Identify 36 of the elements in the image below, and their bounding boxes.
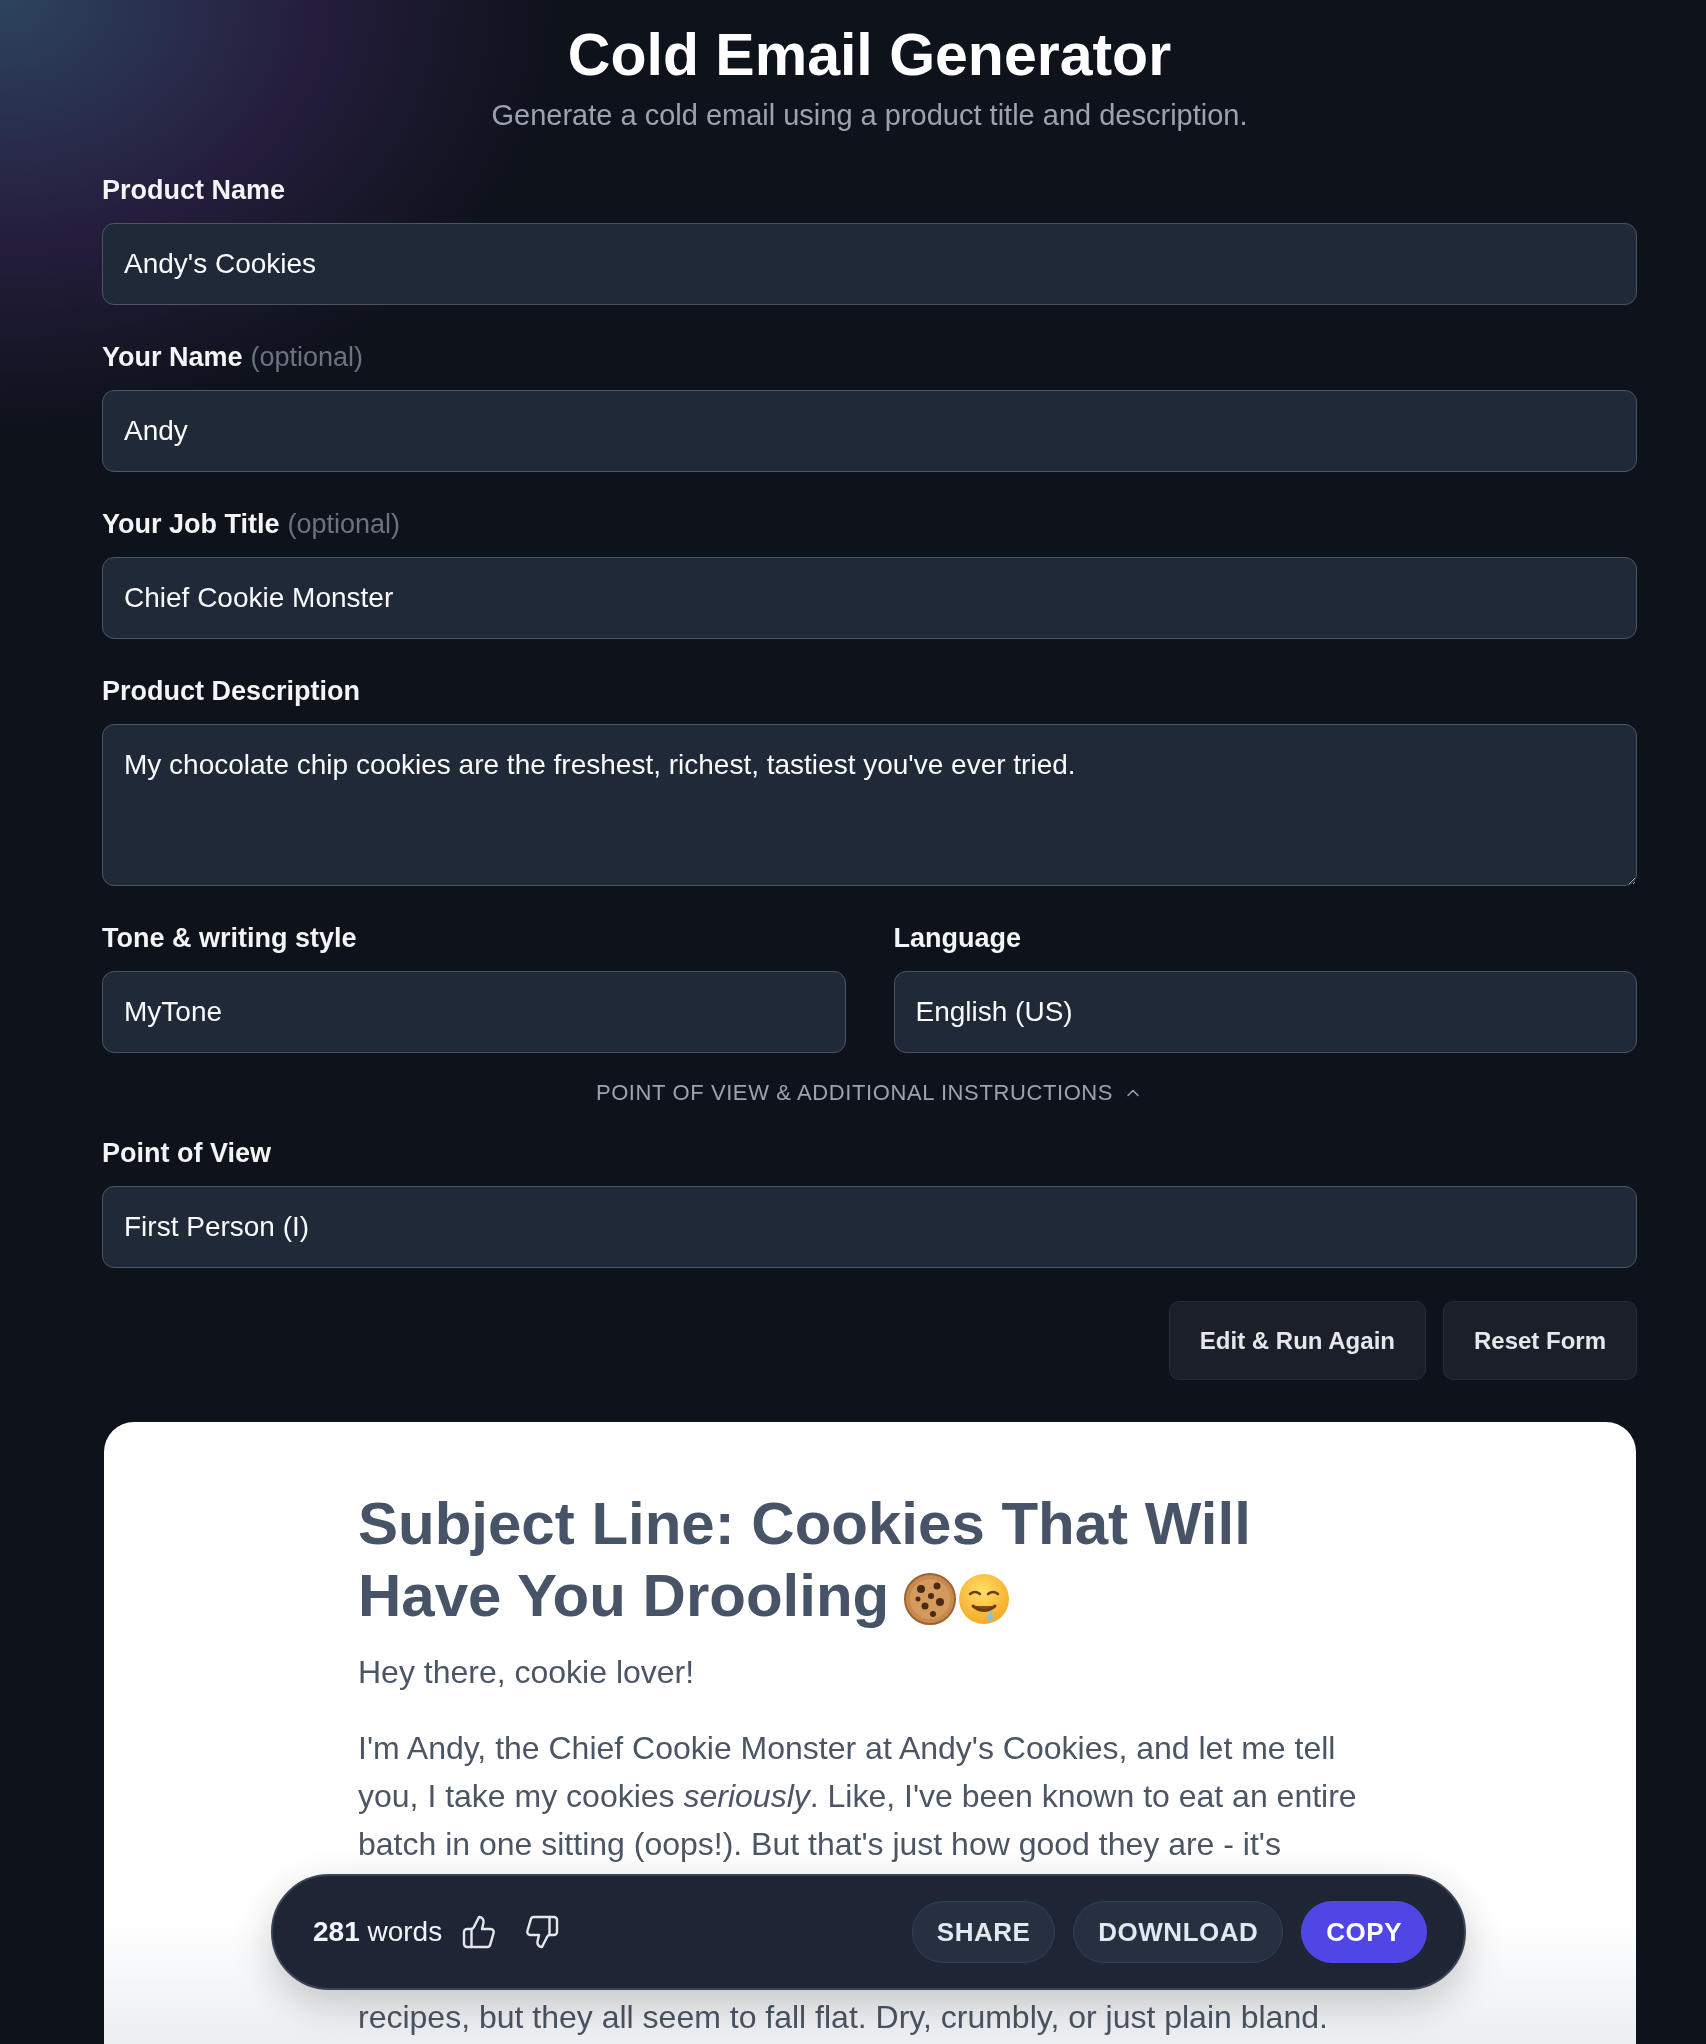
optional-note: (optional) [287, 508, 401, 541]
email-paragraph: recipes, but they all seem to fall flat. Dry, crumbly, or just plain bland. [358, 1998, 1329, 2037]
toolbar-button[interactable]: SHARE [911, 1901, 1056, 1963]
email-subject-heading: Have You Drooling [358, 1561, 890, 1631]
thumbs-down-icon [524, 1914, 561, 1950]
field-label: Your Job Title [102, 508, 280, 541]
page-title: Cold Email Generator [567, 21, 1172, 90]
email-paragraph: I'm Andy, the Chief Cookie Monster at Andy's Cookies, and let me tell you, I take my cookies seriously. Like, I've been known to eat an entire batch in one sitting (oops!). But that's just how good they are - it's [358, 1729, 1358, 1864]
text-area-field[interactable]: My chocolate chip cookies are the freshest, richest, tastiest you've ever tried. [102, 724, 1637, 886]
field-label: Product Description [102, 675, 361, 708]
email-subject-heading: Subject Line: Cookies That Will [358, 1489, 1251, 1559]
text-input-field[interactable]: Chief Cookie Monster [102, 557, 1637, 639]
toolbar-button[interactable]: DOWNLOAD [1073, 1901, 1284, 1963]
optional-note: (optional) [250, 341, 364, 374]
field-label: Language [893, 922, 1021, 955]
cookie-icon [903, 1572, 958, 1626]
action-button[interactable]: Reset Form [1442, 1301, 1637, 1380]
text-input-field[interactable]: English (US) [893, 971, 1637, 1053]
field-label: Your Name [102, 341, 243, 374]
dislike-button[interactable] [524, 1914, 561, 1950]
copy-button[interactable]: COPY [1301, 1901, 1427, 1963]
like-button[interactable] [461, 1914, 498, 1950]
word-count: 281 words [313, 1916, 443, 1948]
field-label: Tone & writing style [102, 922, 357, 955]
action-button[interactable]: Edit & Run Again [1168, 1301, 1426, 1380]
field-label: Product Name [102, 174, 286, 207]
text-input-field[interactable]: Andy [102, 390, 1637, 472]
thumbs-up-icon [461, 1914, 498, 1950]
text-input-field[interactable]: MyTone [102, 971, 846, 1053]
field-label: Point of View [102, 1137, 271, 1170]
page-subtitle: Generate a cold email using a product title and description. [491, 98, 1248, 133]
text-input-field[interactable]: First Person (I) [102, 1186, 1637, 1268]
more-options-toggle[interactable]: POINT OF VIEW & ADDITIONAL INSTRUCTIONS [595, 1079, 1144, 1107]
drooling-face-icon [957, 1572, 1012, 1626]
text-input-field[interactable]: Andy's Cookies [102, 223, 1637, 305]
email-paragraph: Hey there, cookie lover! [358, 1653, 696, 1692]
